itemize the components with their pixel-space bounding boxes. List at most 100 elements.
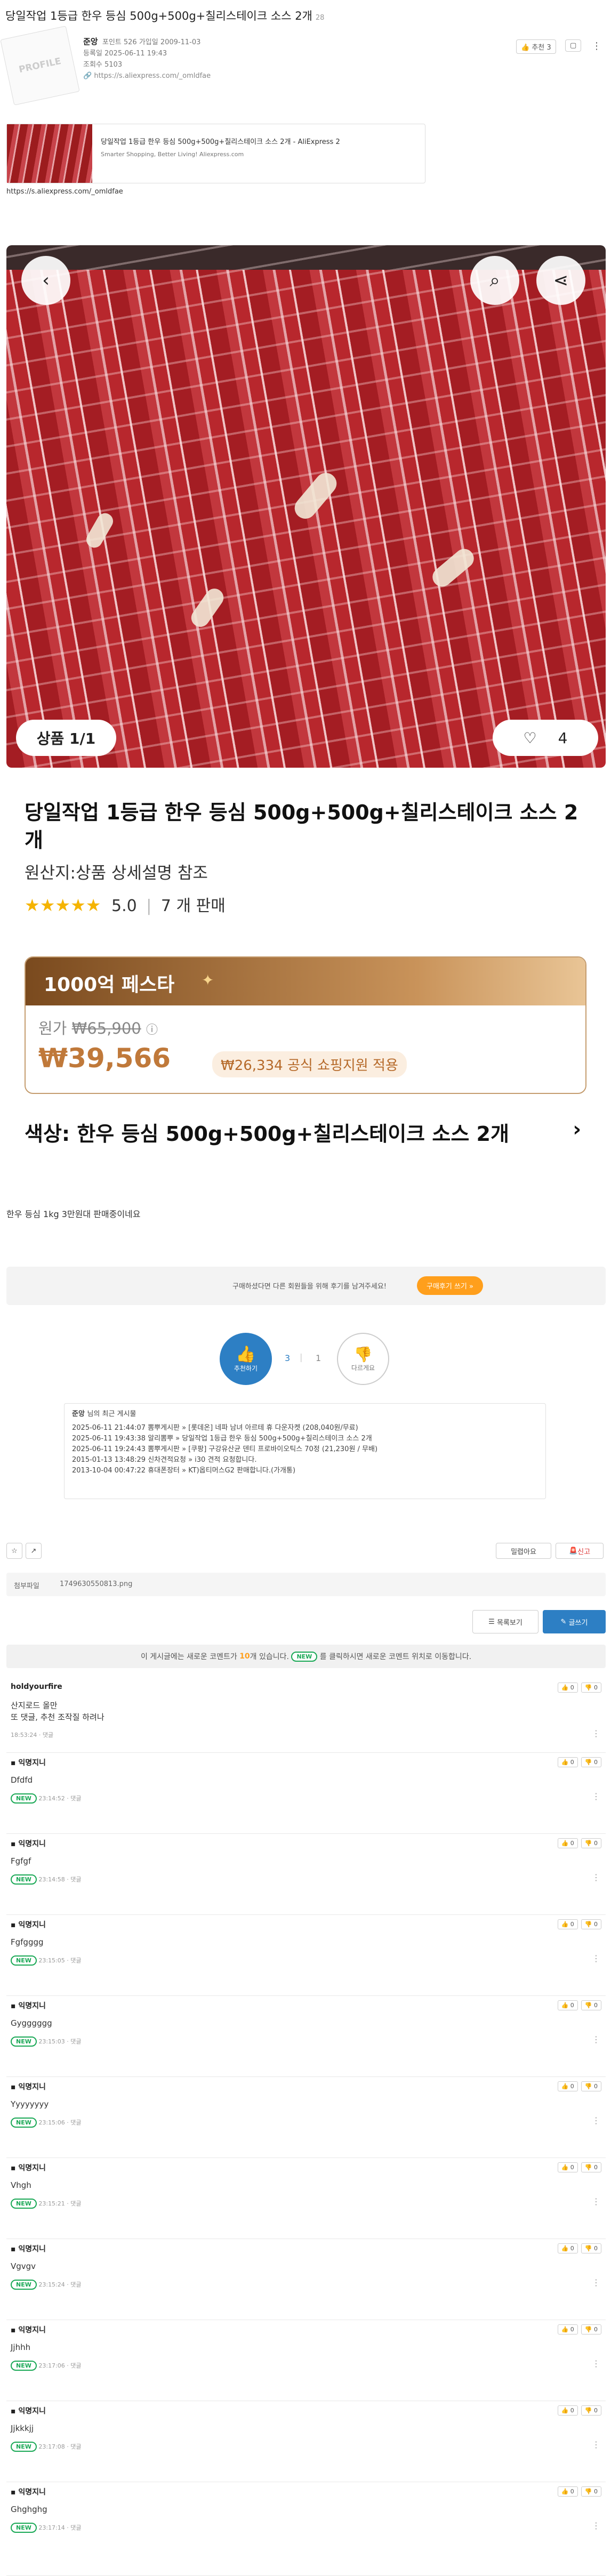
recent-posts-author[interactable]: 준앙 — [72, 1410, 85, 1418]
comment-up-button[interactable]: 👍 0 — [557, 1838, 578, 1848]
comment-more-icon[interactable]: ⋮ — [592, 1953, 600, 1963]
comment-author[interactable]: ▪ 익명지니 — [11, 2162, 46, 2173]
comment-up-button[interactable]: 👍 0 — [557, 1683, 578, 1693]
comment-author[interactable]: ▪ 익명지니 — [11, 1838, 46, 1849]
comment-up-count: 0 — [570, 1921, 574, 1928]
info-icon[interactable]: ⓘ — [146, 1024, 158, 1037]
share-button[interactable]: ⋖ — [536, 256, 585, 305]
comment-down-button[interactable]: 👎 0 — [581, 1683, 601, 1693]
new-badge: NEW — [11, 1955, 37, 1966]
report-button[interactable]: 🚨 신고 — [556, 1543, 604, 1559]
attachment-file[interactable]: 1749630550813.png — [60, 1580, 132, 1588]
comment-count-button[interactable]: ▢ — [565, 39, 582, 52]
author-meta: 준앙 포인트 526 가입일 2009-11-03 등록일 2025-06-11… — [83, 36, 211, 82]
comment-author[interactable]: ▪ 익명지니 — [11, 2243, 46, 2254]
list-button[interactable]: ☰ 목록보기 — [472, 1610, 538, 1633]
recent-post-item[interactable]: 2025-06-11 21:44:07 뽐뿌게시판 » [롯데온] 네파 남녀 … — [72, 1423, 538, 1434]
recent-post-item[interactable]: 2025-06-11 19:43:38 알리뽐뿌 » 당일작업 1등급 한우 등… — [72, 1434, 538, 1444]
print-button[interactable]: 밀렵아요 — [496, 1543, 551, 1559]
comment-down-button[interactable]: 👎 0 — [581, 1919, 601, 1929]
comment-more-icon[interactable]: ⋮ — [592, 2277, 600, 2288]
user-icon: ▪ — [11, 2083, 19, 2091]
recent-post-item[interactable]: 2015-01-13 13:48:29 신차견적요청 » i30 견적 요청합니… — [72, 1455, 538, 1466]
author-name[interactable]: 준앙 — [83, 37, 98, 46]
recent-post-item[interactable]: 2025-06-11 19:24:43 뽐뿌게시판 » [쿠팡] 구강유산균 덴… — [72, 1444, 538, 1455]
comment-more-icon[interactable]: ⋮ — [592, 1791, 600, 1801]
reply-link[interactable]: 댓글 — [70, 2038, 81, 2045]
comment-down-button[interactable]: 👎 0 — [581, 2081, 601, 2091]
comment-author[interactable]: holdyourfire — [11, 1683, 62, 1691]
comment-more-icon[interactable]: ⋮ — [592, 1728, 600, 1738]
reply-link[interactable]: 댓글 — [70, 1876, 81, 1883]
bookmark-button[interactable]: ☆ — [6, 1543, 22, 1559]
back-button[interactable]: ‹ — [21, 256, 70, 305]
link-preview-card[interactable]: 당일작업 1등급 한우 등심 500g+500g+칠리스테이크 소스 2개 - … — [6, 124, 425, 183]
link-url-text[interactable]: https://s.aliexpress.com/_omldfae — [6, 188, 123, 196]
comment-author[interactable]: ▪ 익명지니 — [11, 2324, 46, 2335]
reply-link[interactable]: 댓글 — [70, 2200, 81, 2207]
wish-button[interactable]: ♡ 4 — [493, 720, 598, 756]
comment-more-icon[interactable]: ⋮ — [592, 2115, 600, 2126]
comment-down-button[interactable]: 👎 0 — [581, 2486, 601, 2497]
comment-author[interactable]: ▪ 익명지니 — [11, 2000, 46, 2011]
reply-link[interactable]: 댓글 — [43, 1732, 53, 1738]
comment-author[interactable]: ▪ 익명지니 — [11, 2486, 46, 2497]
comment-down-button[interactable]: 👎 0 — [581, 2243, 601, 2253]
user-icon: ▪ — [11, 2002, 19, 2010]
reply-link[interactable]: 댓글 — [70, 2281, 81, 2288]
comment-item: ▪ 익명지니 👍 0 👎 0 Yyyyyyyy NEW 23:15:06 · 댓글 ⋮ — [6, 2077, 606, 2158]
user-icon: ▪ — [11, 1921, 19, 1929]
comment-more-icon[interactable]: ⋮ — [592, 2034, 600, 2044]
comment-votes: 👍 0 👎 0 — [557, 1757, 601, 1767]
list-label: 목록보기 — [496, 1619, 522, 1627]
recent-post-item[interactable]: 2013-10-04 00:47:22 휴대폰장터 » KT)옵티머스G2 판매… — [72, 1466, 538, 1476]
dislike-button[interactable]: 👎 다르게요 — [337, 1333, 389, 1385]
comment-more-icon[interactable]: ⋮ — [592, 2196, 600, 2207]
comment-up-button[interactable]: 👍 0 — [557, 2162, 578, 2172]
reply-link[interactable]: 댓글 — [70, 2443, 81, 2450]
user-icon: ▪ — [11, 1840, 19, 1848]
new-badge[interactable]: NEW — [291, 1651, 318, 1662]
write-review-button[interactable]: 구매후기 쓰기 » — [417, 1276, 483, 1295]
share-post-button[interactable]: ↗ — [26, 1543, 42, 1559]
search-button[interactable]: ⌕ — [470, 256, 519, 305]
comment-author[interactable]: ▪ 익명지니 — [11, 2405, 46, 2416]
reply-link[interactable]: 댓글 — [70, 1957, 81, 1964]
reply-link[interactable]: 댓글 — [70, 2362, 81, 2369]
user-icon: ▪ — [11, 2407, 19, 2416]
comment-up-button[interactable]: 👍 0 — [557, 2081, 578, 2091]
reply-link[interactable]: 댓글 — [70, 1795, 81, 1802]
comment-down-button[interactable]: 👎 0 — [581, 2324, 601, 2334]
comment-up-button[interactable]: 👍 0 — [557, 2000, 578, 2010]
comment-author[interactable]: ▪ 익명지니 — [11, 2081, 46, 2092]
more-menu-icon[interactable]: ⋮ — [592, 41, 601, 52]
comment-down-button[interactable]: 👎 0 — [581, 2000, 601, 2010]
comment-up-button[interactable]: 👍 0 — [557, 1757, 578, 1767]
reply-link[interactable]: 댓글 — [70, 2119, 81, 2126]
comment-author[interactable]: ▪ 익명지니 — [11, 1919, 46, 1930]
view-count: 조회수 5103 — [83, 61, 123, 69]
option-selector[interactable]: 색상: 한우 등심 500g+500g+칠리스테이크 소스 2개 › — [25, 1117, 586, 1147]
comment-down-button[interactable]: 👎 0 — [581, 1838, 601, 1848]
author-avatar[interactable]: PROFILE — [0, 26, 80, 106]
comment-author[interactable]: ▪ 익명지니 — [11, 1757, 46, 1768]
comment-more-icon[interactable]: ⋮ — [592, 2440, 600, 2450]
comment-up-button[interactable]: 👍 0 — [557, 2486, 578, 2497]
reply-link[interactable]: 댓글 — [70, 2524, 81, 2531]
post-title: 당일작업 1등급 한우 등심 500g+500g+칠리스테이크 소스 2개 28 — [5, 7, 324, 23]
comment-up-button[interactable]: 👍 0 — [557, 1919, 578, 1929]
comment-more-icon[interactable]: ⋮ — [592, 2521, 600, 2531]
recommend-button[interactable]: 👍 추천하기 — [220, 1333, 272, 1385]
comment-down-button[interactable]: 👎 0 — [581, 2405, 601, 2416]
write-button[interactable]: ✎ 글쓰기 — [543, 1610, 606, 1633]
post-link[interactable]: https://s.aliexpress.com/_omldfae — [94, 72, 211, 80]
comment-more-icon[interactable]: ⋮ — [592, 2358, 600, 2369]
comment-text: 산지로드 올만 또 댓글, 추천 조작질 하려나 — [11, 1701, 104, 1722]
like-top-button[interactable]: 👍 추천 3 — [516, 39, 556, 54]
comment-up-button[interactable]: 👍 0 — [557, 2405, 578, 2416]
comment-more-icon[interactable]: ⋮ — [592, 1872, 600, 1882]
comment-down-button[interactable]: 👎 0 — [581, 1757, 601, 1767]
comment-up-button[interactable]: 👍 0 — [557, 2243, 578, 2253]
comment-down-button[interactable]: 👎 0 — [581, 2162, 601, 2172]
comment-up-button[interactable]: 👍 0 — [557, 2324, 578, 2334]
